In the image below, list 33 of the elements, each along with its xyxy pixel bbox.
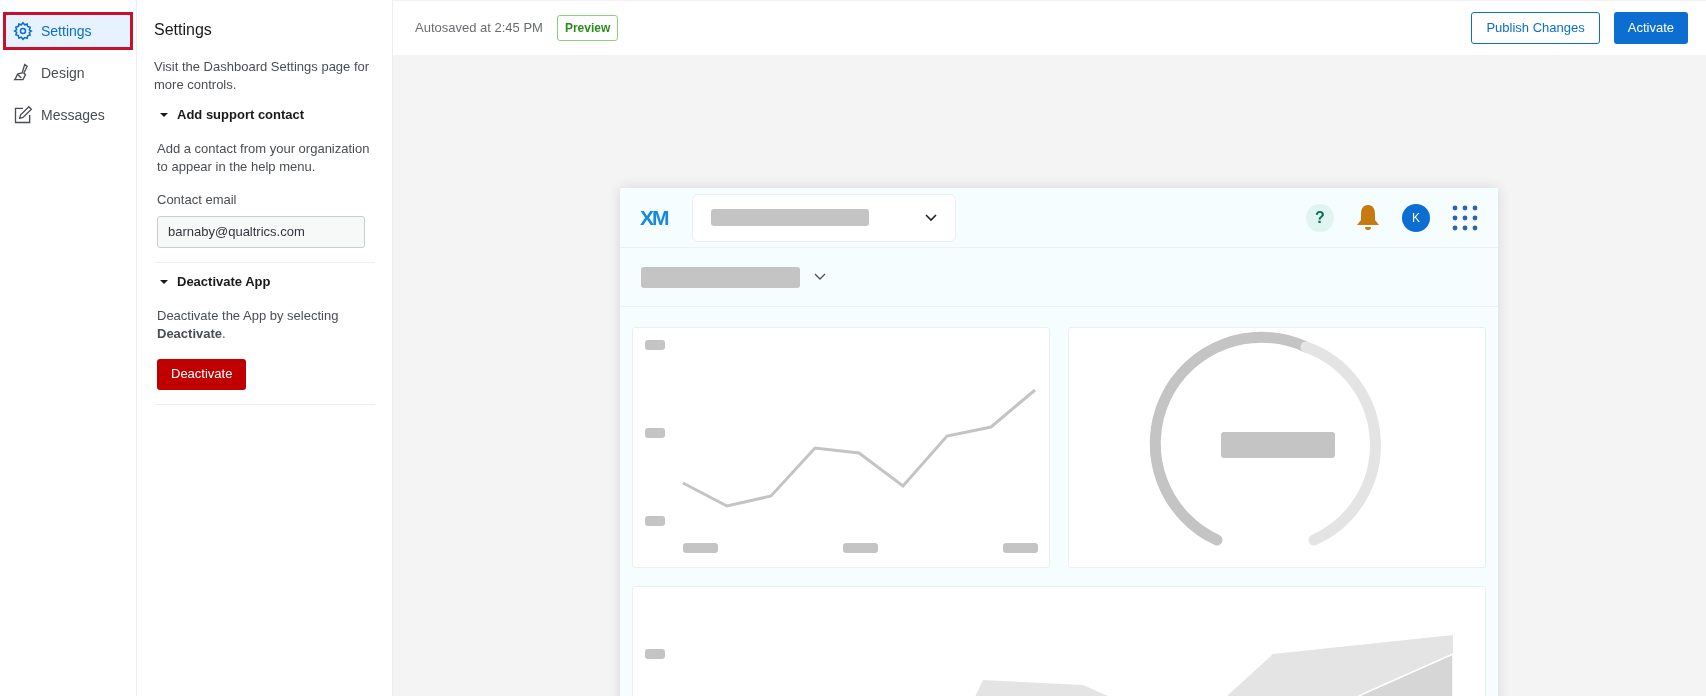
section-text: Deactivate the App by selecting Deactivate.: [157, 306, 340, 343]
logo: XM: [640, 204, 669, 231]
axis-label-placeholder: [645, 340, 665, 350]
email-field[interactable]: barnaby@qualtrics.com: [157, 215, 365, 248]
autosave-status: Autosaved at 2:45 PM: [415, 19, 543, 38]
edit-icon: [13, 105, 33, 125]
preview-badge: Preview: [556, 15, 619, 41]
chevron-down-icon[interactable]: [814, 273, 826, 281]
axis-label-placeholder: [645, 428, 665, 438]
gear-icon: [13, 21, 33, 41]
help-button[interactable]: ?: [1306, 203, 1334, 232]
panel-description: Visit the Dashboard Settings page for more controls.: [154, 58, 371, 94]
avatar[interactable]: K: [1402, 203, 1430, 232]
app-grid-icon[interactable]: [1452, 204, 1478, 231]
deactivate-button[interactable]: Deactivate: [157, 358, 247, 390]
section-header[interactable]: Add support contact: [154, 102, 310, 128]
axis-label-placeholder: [843, 543, 878, 553]
nav-item[interactable]: Messages: [3, 96, 133, 134]
caret-icon: [159, 110, 169, 120]
publish-button[interactable]: Publish Changes: [1471, 12, 1600, 44]
chevron-down-icon: [925, 213, 937, 222]
panel-title: Settings: [154, 20, 213, 40]
axis-label-placeholder: [645, 649, 665, 659]
bell-icon[interactable]: [1356, 203, 1380, 232]
axis-label-placeholder: [645, 516, 665, 526]
field-label: Contact email: [157, 191, 238, 209]
nav-item[interactable]: Settings: [3, 12, 133, 50]
section-text: Add a contact from your organization to appear in the help menu.: [157, 140, 371, 176]
axis-label-placeholder: [1003, 543, 1038, 553]
nav-item[interactable]: Design: [3, 54, 133, 92]
section-header[interactable]: Deactivate App: [154, 268, 276, 295]
activate-button[interactable]: Activate: [1613, 12, 1688, 44]
axis-label-placeholder: [683, 543, 718, 553]
